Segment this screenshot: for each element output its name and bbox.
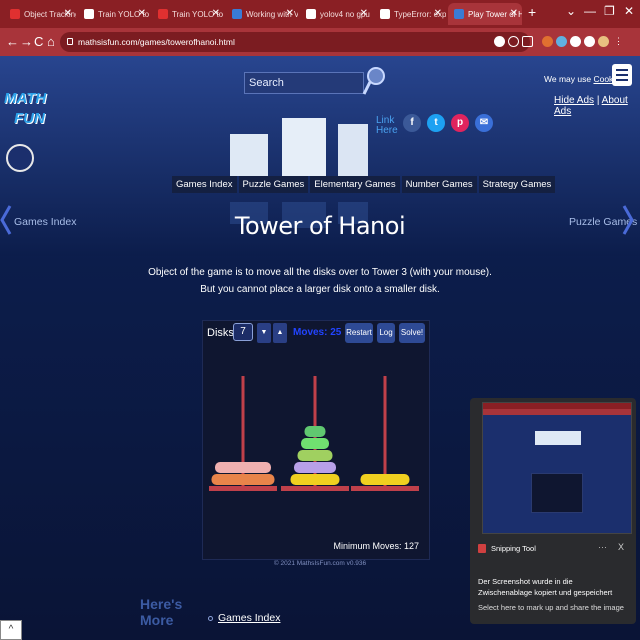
facebook-icon[interactable]: f xyxy=(403,114,421,132)
tab-search-icon[interactable]: ⌄ xyxy=(566,4,576,18)
nav-puzzle-games[interactable]: Puzzle Games xyxy=(238,176,309,193)
tab-favicon-icon xyxy=(306,9,316,19)
close-icon[interactable]: X xyxy=(618,542,624,552)
tab-favicon-icon xyxy=(158,9,168,19)
close-tab-icon[interactable]: ✕ xyxy=(212,8,220,19)
tab-favicon-icon xyxy=(10,9,20,19)
extension-icon[interactable] xyxy=(556,36,567,47)
close-tab-icon[interactable]: ✕ xyxy=(434,8,442,19)
google-icon[interactable] xyxy=(494,36,505,47)
tab-favicon-icon xyxy=(232,9,242,19)
decrease-disks-button[interactable]: ▼ xyxy=(257,323,271,343)
scroll-up-button[interactable]: ^ xyxy=(0,620,22,640)
browser-tab[interactable]: Train YOLO to dete✕ xyxy=(78,3,150,25)
tower-base[interactable] xyxy=(281,486,349,491)
site-logo[interactable]: MATH FUN xyxy=(4,84,52,144)
browser-tab[interactable]: Train YOLO to dete✕ xyxy=(152,3,224,25)
game-description: Object of the game is to move all the di… xyxy=(148,267,492,295)
nav-number-games[interactable]: Number Games xyxy=(401,176,477,193)
nav-strategy-games[interactable]: Strategy Games xyxy=(478,176,556,193)
pinterest-icon[interactable]: p xyxy=(451,114,469,132)
tab-favicon-icon xyxy=(84,9,94,19)
disk[interactable] xyxy=(360,474,410,485)
browser-tab[interactable]: Working with Vide✕ xyxy=(226,3,298,25)
screenshot-thumbnail[interactable] xyxy=(482,402,632,534)
nav-games-index[interactable]: Games Index xyxy=(172,176,237,193)
profile-avatar-icon[interactable] xyxy=(598,36,609,47)
back-button[interactable]: ← xyxy=(6,34,19,49)
disk[interactable] xyxy=(294,462,336,473)
disk[interactable] xyxy=(297,450,333,461)
close-window-button[interactable]: ✕ xyxy=(624,4,634,18)
home-button[interactable]: ⌂ xyxy=(47,34,55,49)
solve-button[interactable]: Solve! xyxy=(399,323,425,343)
bookmark-icon[interactable] xyxy=(522,36,533,47)
close-tab-icon[interactable]: ✕ xyxy=(510,8,518,19)
puzzle-icon[interactable] xyxy=(570,36,581,47)
hanoi-board[interactable] xyxy=(203,351,431,531)
nav-elementary-games[interactable]: Elementary Games xyxy=(310,176,400,193)
extension-icon[interactable] xyxy=(542,36,553,47)
game-panel: Disks: 7 ▼ ▲ Moves: 25 Restart Log Solve… xyxy=(202,320,430,560)
tab-favicon-icon xyxy=(380,9,390,19)
more-games-banner[interactable]: Here's More xyxy=(140,596,200,640)
hide-ads-link[interactable]: Hide Ads xyxy=(554,95,594,106)
search-input[interactable]: Search xyxy=(244,72,364,94)
games-nav: Games Index Puzzle Games Elementary Game… xyxy=(172,176,557,193)
snipping-subtext: Select here to mark up and share the ima… xyxy=(478,603,624,612)
minimize-button[interactable]: — xyxy=(584,4,596,18)
tower-base[interactable] xyxy=(351,486,419,491)
close-tab-icon[interactable]: ✕ xyxy=(286,8,294,19)
link-here[interactable]: Link Here xyxy=(376,116,400,136)
new-tab-button[interactable]: + xyxy=(528,4,536,20)
log-button[interactable]: Log xyxy=(377,323,395,343)
increase-disks-button[interactable]: ▲ xyxy=(273,323,287,343)
snipping-tool-notification[interactable]: Snipping Tool ··· X Der Screenshot wurde… xyxy=(470,398,636,624)
tower-base[interactable] xyxy=(209,486,277,491)
disk[interactable] xyxy=(290,474,340,485)
snipping-message: Der Screenshot wurde in die Zwischenabla… xyxy=(478,577,613,597)
search-icon[interactable] xyxy=(362,66,386,98)
sidebar-icon[interactable] xyxy=(584,36,595,47)
moves-counter: Moves: 25 xyxy=(293,327,342,338)
ad-links: Hide Ads | About Ads xyxy=(554,95,628,117)
tower-rod[interactable] xyxy=(383,376,387,486)
menu-dots-icon[interactable]: ⋮ xyxy=(614,36,625,47)
tab-favicon-icon xyxy=(454,9,464,19)
share-icon[interactable] xyxy=(508,36,519,47)
disk[interactable] xyxy=(301,438,329,449)
twitter-icon[interactable]: t xyxy=(427,114,445,132)
address-bar: ← → C ⌂ mathsisfun.com/games/towerofhano… xyxy=(0,28,640,56)
snipping-tool-icon xyxy=(478,544,486,553)
bullet-icon xyxy=(208,616,213,621)
browser-tab[interactable]: Object Tracking fr✕ xyxy=(4,3,76,25)
forward-button[interactable]: → xyxy=(20,34,33,49)
reload-button[interactable]: C xyxy=(34,34,43,49)
page-title: Tower of Hanoi xyxy=(234,212,406,240)
close-tab-icon[interactable]: ✕ xyxy=(360,8,368,19)
snipping-header: Snipping Tool xyxy=(478,544,536,553)
disk[interactable] xyxy=(304,426,326,437)
url-field[interactable]: mathsisfun.com/games/towerofhanoi.html xyxy=(60,32,530,52)
disks-count-select[interactable]: 7 xyxy=(233,323,253,341)
minimum-moves: Minimum Moves: 127 xyxy=(333,541,419,551)
close-tab-icon[interactable]: ✕ xyxy=(138,8,146,19)
menu-button[interactable] xyxy=(612,64,632,86)
browser-tab[interactable]: yolov4 no gpu - Tr✕ xyxy=(300,3,372,25)
restore-button[interactable]: ❐ xyxy=(604,4,615,18)
lock-icon xyxy=(67,38,73,45)
email-icon[interactable]: ✉ xyxy=(475,114,493,132)
footer-games-index-link[interactable]: Games Index xyxy=(218,612,280,624)
eye-mascot-icon xyxy=(6,144,34,172)
tab-bar: Object Tracking fr✕ Train YOLO to dete✕ … xyxy=(0,0,640,28)
browser-tab-active[interactable]: Play Tower of Han✕ xyxy=(448,3,522,25)
restart-button[interactable]: Restart xyxy=(345,323,373,343)
disk[interactable] xyxy=(211,474,275,485)
browser-tab[interactable]: TypeError: expecte✕ xyxy=(374,3,446,25)
close-tab-icon[interactable]: ✕ xyxy=(64,8,72,19)
more-options-icon[interactable]: ··· xyxy=(598,542,607,552)
disk[interactable] xyxy=(215,462,271,473)
